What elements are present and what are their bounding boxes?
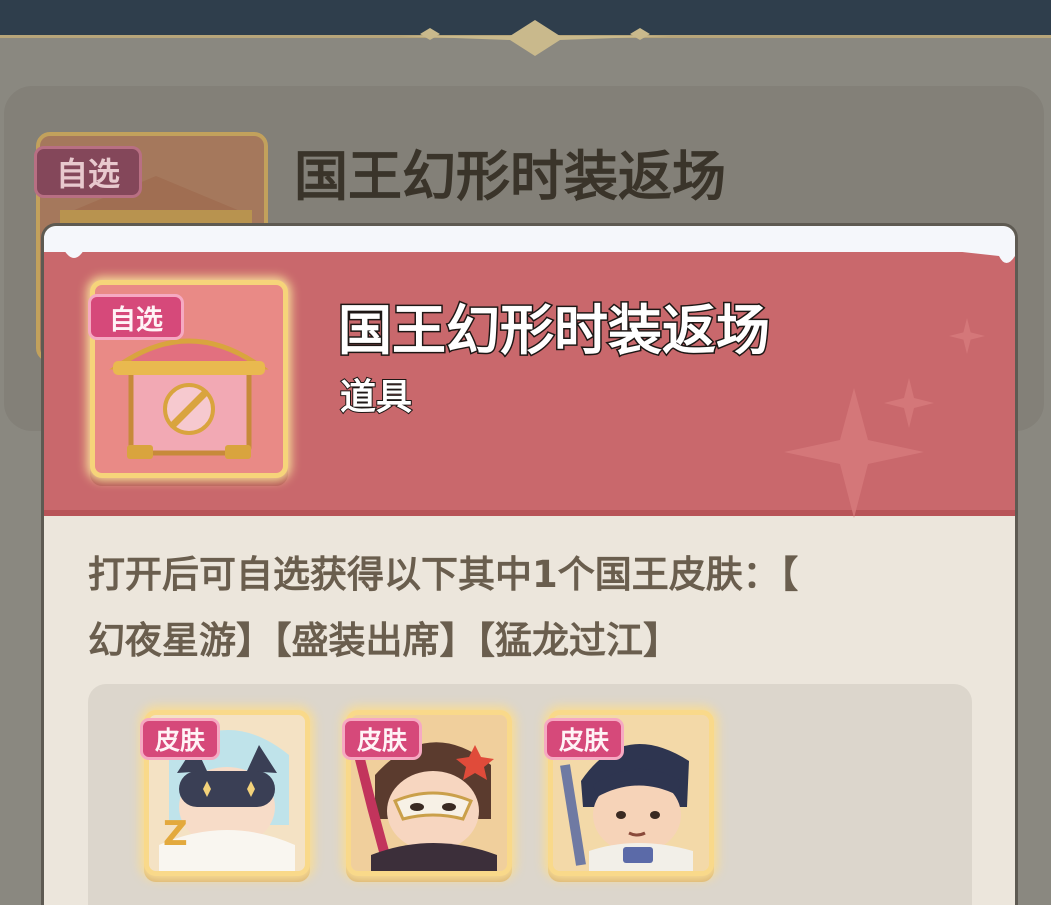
sparkle-star-icon bbox=[884, 378, 934, 428]
item-description: 打开后可自选获得以下其中1个国王皮肤：【 幻夜星游】【盛装出席】【猛龙过江】 bbox=[88, 542, 968, 674]
item-type-label: 道具 bbox=[339, 376, 413, 419]
svg-text:Z: Z bbox=[163, 814, 188, 854]
description-line-1: 打开后可自选获得以下其中1个国王皮肤：【 bbox=[88, 553, 799, 596]
skin-tag-3: 皮肤 bbox=[544, 718, 624, 760]
item-title: 国王幻形时装返场 bbox=[337, 298, 772, 364]
header-ornament-icon bbox=[400, 20, 670, 56]
popup-header: 自选 国王幻形时装返场 道具 bbox=[44, 238, 1015, 518]
snow-drip-decoration bbox=[44, 236, 1015, 263]
skin-options-panel: Z 皮肤 皮肤 皮肤 bbox=[88, 684, 972, 905]
sparkle-star-icon bbox=[949, 318, 985, 354]
skin-tag-1: 皮肤 bbox=[140, 718, 220, 760]
description-line-2: 幻夜星游】【盛装出席】【猛龙过江】 bbox=[88, 619, 680, 662]
background-item-tag: 自选 bbox=[34, 146, 142, 198]
item-selectable-tag: 自选 bbox=[88, 294, 184, 340]
background-item-title: 国王幻形时装返场 bbox=[294, 145, 726, 208]
skin-tag-2: 皮肤 bbox=[342, 718, 422, 760]
item-detail-popup[interactable]: 自选 国王幻形时装返场 道具 打开后可自选获得以下其中1个国王皮肤：【 幻夜星游… bbox=[44, 226, 1015, 905]
